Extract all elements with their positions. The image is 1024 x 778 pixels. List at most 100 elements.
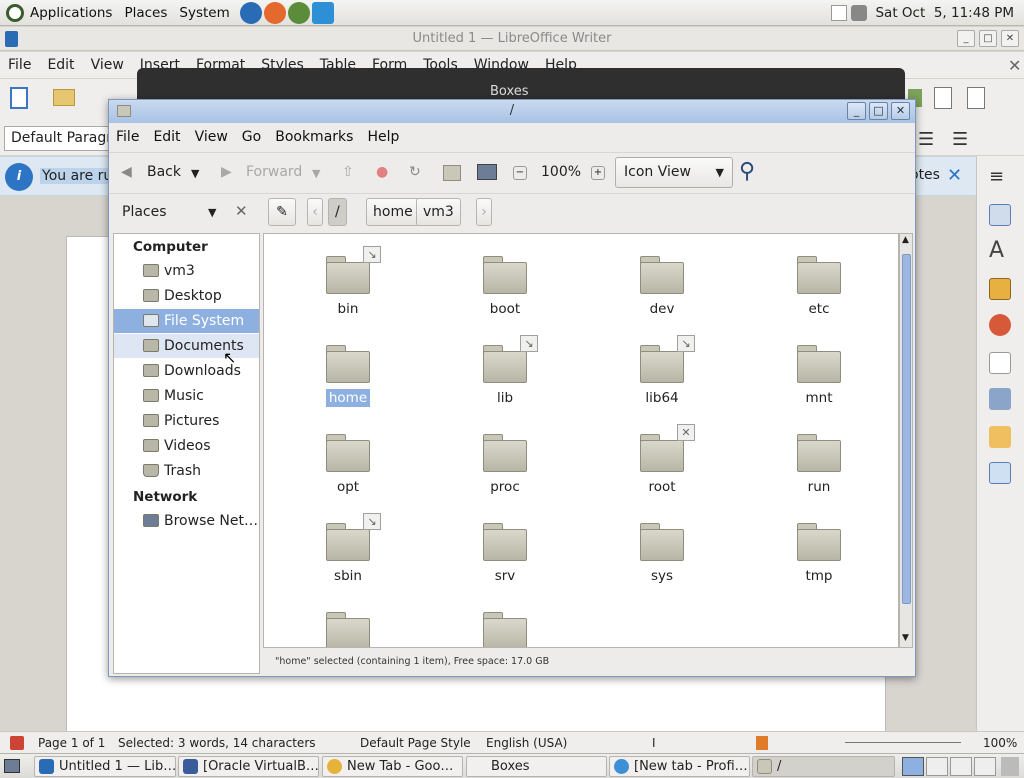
place-trash[interactable]: Trash	[114, 459, 259, 483]
paragraph-style-box[interactable]: Default Paragrap	[4, 126, 114, 151]
writer-minimize-button[interactable]: _	[957, 30, 975, 47]
align-justify-icon[interactable]: ☰	[918, 129, 934, 150]
folder-item[interactable]	[293, 602, 403, 647]
folder-item[interactable]: proc	[450, 424, 560, 509]
back-history-chevron-icon[interactable]: ▼	[191, 167, 199, 180]
folder-item[interactable]: tmp	[764, 513, 874, 598]
align-center-icon[interactable]: ☰	[952, 129, 968, 150]
folder-item[interactable]: ↘ sbin	[293, 513, 403, 598]
reload-icon[interactable]: ↻	[409, 164, 421, 180]
writer-menu-file[interactable]: File	[0, 57, 39, 73]
folder-item[interactable]: sys	[607, 513, 717, 598]
menu-system[interactable]: System	[173, 5, 235, 21]
writer-menu-edit[interactable]: Edit	[39, 57, 82, 73]
folder-item[interactable]: boot	[450, 246, 560, 331]
workspace-switcher-2[interactable]	[926, 757, 948, 776]
folder-item[interactable]: etc	[764, 246, 874, 331]
place-vm3[interactable]: vm3	[114, 259, 259, 283]
doc-signature-icon[interactable]	[10, 736, 24, 750]
place-documents[interactable]: Documents	[114, 334, 259, 358]
back-button[interactable]: Back	[147, 164, 181, 180]
page-icon[interactable]	[989, 352, 1011, 374]
folder-item[interactable]: mnt	[764, 335, 874, 420]
zoom-in-icon[interactable]: +	[591, 166, 605, 180]
status-page-style[interactable]: Default Page Style	[360, 736, 471, 750]
menu-places[interactable]: Places	[118, 5, 173, 21]
writer-close-doc-icon[interactable]: ✕	[1000, 56, 1024, 75]
folder-item[interactable]: srv	[450, 513, 560, 598]
place-desktop[interactable]: Desktop	[114, 284, 259, 308]
gallery-icon[interactable]	[989, 278, 1011, 300]
icon-view-scrollbar[interactable]: ▲ ▼	[899, 233, 913, 648]
crumb-left-arrow-icon[interactable]: ‹	[307, 198, 323, 226]
place-pictures[interactable]: Pictures	[114, 409, 259, 433]
task-chrome-profile[interactable]: [New tab - Profi…	[609, 756, 750, 777]
folder-item[interactable]: ↘ bin	[293, 246, 403, 331]
task-writer[interactable]: Untitled 1 — Lib…	[34, 756, 176, 777]
toggle-location-entry-button[interactable]: ✎	[268, 198, 296, 226]
firefox-icon[interactable]	[263, 1, 286, 24]
close-pane-icon[interactable]: ✕	[235, 202, 248, 220]
vscode-icon[interactable]	[311, 1, 334, 24]
forward-history-chevron-icon[interactable]: ▼	[312, 167, 320, 180]
trash-applet-icon[interactable]	[1001, 757, 1019, 776]
insert-number-icon[interactable]	[934, 87, 952, 109]
fm-menu-file[interactable]: File	[109, 129, 146, 145]
folder-item[interactable]: dev	[607, 246, 717, 331]
place-browse-network[interactable]: Browse Net…	[114, 509, 259, 533]
places-selector[interactable]: Places	[122, 204, 167, 220]
workspace-switcher[interactable]	[902, 757, 924, 776]
computer-icon[interactable]	[477, 164, 497, 180]
folder-item[interactable]: run	[764, 424, 874, 509]
writer-maximize-button[interactable]: □	[979, 30, 997, 47]
fm-menu-help[interactable]: Help	[360, 129, 406, 145]
folder-item[interactable]: ↘ lib	[450, 335, 560, 420]
styles-icon[interactable]: A	[989, 240, 1011, 262]
volume-icon[interactable]	[851, 4, 868, 21]
folder-item[interactable]: ↘ lib64	[607, 335, 717, 420]
forward-button[interactable]: Forward	[246, 164, 302, 180]
navigator-icon[interactable]	[989, 314, 1011, 336]
scroll-up-icon[interactable]: ▲	[902, 235, 909, 245]
style-inspector-icon[interactable]	[989, 388, 1011, 410]
task-boxes[interactable]: Boxes	[466, 756, 607, 777]
place-videos[interactable]: Videos	[114, 434, 259, 458]
scroll-down-icon[interactable]: ▼	[902, 633, 909, 643]
view-layout-icon[interactable]	[756, 736, 768, 750]
show-desktop-icon[interactable]	[4, 759, 20, 773]
workspace-switcher-3[interactable]	[950, 757, 972, 776]
crumb-right-arrow-icon[interactable]: ›	[476, 198, 492, 226]
status-language[interactable]: English (USA)	[486, 736, 567, 750]
writer-close-button[interactable]: ✕	[1001, 30, 1019, 47]
search-icon[interactable]: ⚲	[739, 159, 755, 184]
up-arrow-icon[interactable]: ⇧	[342, 164, 354, 180]
properties-icon[interactable]	[989, 204, 1011, 226]
notification-icon[interactable]	[831, 4, 848, 21]
fm-menu-edit[interactable]: Edit	[146, 129, 187, 145]
places-chevron-icon[interactable]: ▼	[208, 206, 216, 219]
forward-arrow-icon[interactable]: ▶	[221, 164, 232, 180]
stop-icon[interactable]: ●	[376, 164, 388, 180]
manage-changes-icon[interactable]	[989, 426, 1011, 448]
place-music[interactable]: Music	[114, 384, 259, 408]
zoom-slider[interactable]	[845, 742, 961, 743]
design-icon[interactable]	[989, 462, 1011, 484]
writer-menu-view[interactable]: View	[83, 57, 132, 73]
fm-close-button[interactable]: ✕	[891, 102, 910, 120]
task-virtualbox[interactable]: [Oracle VirtualB…	[178, 756, 319, 777]
file-icon-view[interactable]: ↘ bin boot dev etc home ↘ lib ↘ lib64 mnt opt proc ✕ r…	[263, 233, 899, 648]
folder-item[interactable]: home	[293, 335, 403, 420]
fm-minimize-button[interactable]: _	[847, 102, 866, 120]
crumb-vm3[interactable]: vm3	[416, 198, 461, 226]
menu-applications[interactable]: Applications	[24, 5, 118, 21]
fm-menu-view[interactable]: View	[188, 129, 235, 145]
home-icon[interactable]	[443, 165, 461, 181]
sidebar-menu-icon[interactable]: ≡	[989, 166, 1011, 188]
fm-menu-bookmarks[interactable]: Bookmarks	[268, 129, 360, 145]
folder-item[interactable]: opt	[293, 424, 403, 509]
view-mode-select[interactable]: Icon View ▼	[615, 157, 733, 188]
workspace-switcher-4[interactable]	[974, 757, 996, 776]
status-zoom[interactable]: 100%	[983, 736, 1017, 750]
dev-browser-icon[interactable]	[239, 1, 262, 24]
status-page[interactable]: Page 1 of 1	[38, 736, 105, 750]
